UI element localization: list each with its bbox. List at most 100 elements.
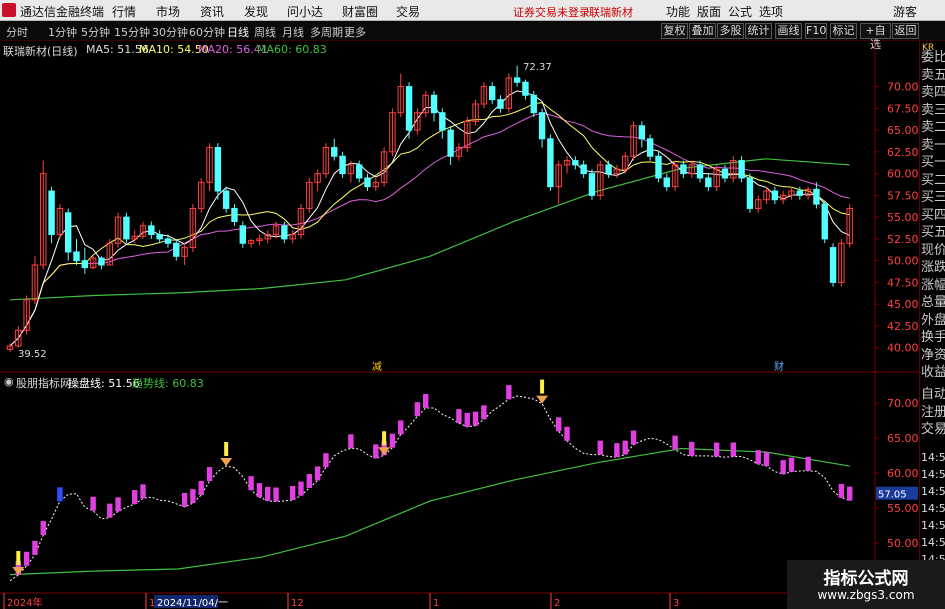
overlay-button[interactable]: 叠加 — [689, 23, 716, 39]
login-warning[interactable]: 证券交易未登录 — [513, 4, 590, 20]
x-tick-label: 3 — [673, 598, 679, 609]
f10-button[interactable]: F10 — [805, 23, 827, 39]
candle-body — [214, 147, 222, 192]
candle — [114, 212, 122, 248]
period-daily[interactable]: 日线 — [227, 24, 249, 40]
candle-body — [497, 99, 504, 109]
candle-body — [547, 138, 554, 188]
candle-body — [813, 188, 820, 205]
menu-news[interactable]: 资讯 — [200, 3, 224, 20]
side-label: 涨跌 — [921, 260, 945, 275]
add-watchlist-button[interactable]: +自选 — [860, 23, 891, 51]
x-axis: 2024年11121232024/11/04/一 — [3, 593, 679, 609]
candle — [522, 79, 529, 100]
buy-signal-bar — [224, 441, 229, 456]
candle-body — [439, 112, 446, 131]
candle-body — [355, 164, 363, 179]
candle — [214, 143, 222, 200]
indicator-bar — [472, 411, 479, 426]
candle — [472, 99, 479, 126]
indicator-bar — [190, 489, 196, 504]
period-timeshare[interactable]: 分时 — [6, 24, 28, 40]
candle — [663, 173, 670, 192]
side-label: 总量 — [921, 295, 945, 310]
menu-discover[interactable]: 发现 — [244, 3, 268, 20]
candle — [256, 234, 263, 245]
candle — [181, 243, 188, 266]
candle-body — [73, 251, 80, 262]
side-label: 14:56 — [921, 536, 945, 549]
draw-line-button[interactable]: 画线 — [775, 23, 802, 39]
period-weekly[interactable]: 周线 — [254, 24, 276, 40]
period-30min[interactable]: 30分钟 — [152, 24, 188, 40]
candle — [73, 238, 80, 266]
indicator-name[interactable]: 股朋指标网 — [16, 375, 71, 391]
indicator-tick-label: 55.00 — [887, 502, 919, 515]
candle-body — [281, 225, 288, 240]
kline-chart[interactable]: 72.37 39.52 减 财 70.00 67.50 65.00 62.50 60.00 57… — [0, 41, 919, 609]
candle-body — [339, 155, 346, 175]
candle — [630, 121, 637, 161]
period-5min[interactable]: 5分钟 — [81, 24, 110, 40]
adjust-button[interactable]: 复权 — [661, 23, 688, 39]
menu-options[interactable]: 选项 — [759, 3, 783, 20]
candle — [555, 160, 562, 205]
back-button[interactable]: 返回 — [892, 23, 919, 39]
candle — [173, 238, 180, 261]
period-1min[interactable]: 1分钟 — [48, 24, 77, 40]
candle-body — [588, 173, 596, 196]
candle-body — [331, 147, 338, 157]
candle — [98, 256, 105, 270]
indicator-bar — [57, 487, 63, 502]
menu-wealth-circle[interactable]: 财富圈 — [342, 3, 378, 20]
period-monthly[interactable]: 月线 — [282, 24, 304, 40]
period-more[interactable]: 更多 — [344, 24, 366, 40]
watermark-url: www.zbgs3.com — [817, 588, 915, 602]
candle — [405, 82, 413, 139]
candle — [563, 156, 571, 174]
candle-body — [538, 112, 546, 140]
indicator-bar — [348, 434, 354, 449]
indicator-collapse-icon[interactable]: ◉ — [4, 375, 14, 388]
candle — [755, 195, 762, 213]
indicator-bar — [422, 393, 429, 408]
candle-body — [705, 177, 712, 188]
candle — [580, 160, 587, 178]
mark-button[interactable]: 标记 — [830, 23, 857, 39]
ma5-polyline — [9, 90, 850, 347]
candle — [513, 65, 521, 87]
side-label: 买三 — [921, 190, 945, 205]
candle — [838, 238, 845, 287]
statistics-button[interactable]: 统计 — [745, 23, 772, 39]
price-tick-label: 40.00 — [887, 342, 919, 355]
indicator-bar — [763, 451, 770, 466]
menu-layout[interactable]: 版面 — [697, 3, 721, 20]
menu-xiaoda[interactable]: 问小达 — [287, 3, 323, 20]
multi-stock-button[interactable]: 多股 — [717, 23, 744, 39]
guest-label[interactable]: 游客 — [893, 3, 917, 20]
price-tick-label: 62.50 — [887, 146, 919, 159]
candle-body — [81, 260, 89, 269]
period-60min[interactable]: 60分钟 — [189, 24, 225, 40]
indicator-bar — [265, 486, 271, 501]
buy-signal-bar — [382, 431, 387, 446]
candle-body — [488, 86, 496, 101]
stock-label[interactable]: 联瑞新材(日线) — [3, 43, 78, 59]
menu-market[interactable]: 市场 — [156, 3, 180, 20]
price-tick-label: 57.50 — [887, 189, 919, 202]
candle-body — [48, 190, 55, 236]
side-label: 外盘 — [921, 312, 945, 328]
menu-formula[interactable]: 公式 — [728, 3, 752, 20]
menu-function[interactable]: 功能 — [666, 3, 690, 20]
menu-trade[interactable]: 交易 — [396, 3, 420, 20]
period-15min[interactable]: 15分钟 — [114, 24, 150, 40]
period-multi[interactable]: 多周期 — [310, 24, 343, 40]
menu-quotes[interactable]: 行情 — [112, 3, 136, 20]
indicator-bar — [181, 492, 188, 507]
indicator-bar — [614, 443, 620, 458]
candle-body — [430, 94, 438, 114]
candle-body — [771, 190, 779, 201]
candle-body — [123, 216, 130, 240]
candle — [364, 173, 371, 192]
price-tick-label: 55.00 — [887, 211, 919, 224]
